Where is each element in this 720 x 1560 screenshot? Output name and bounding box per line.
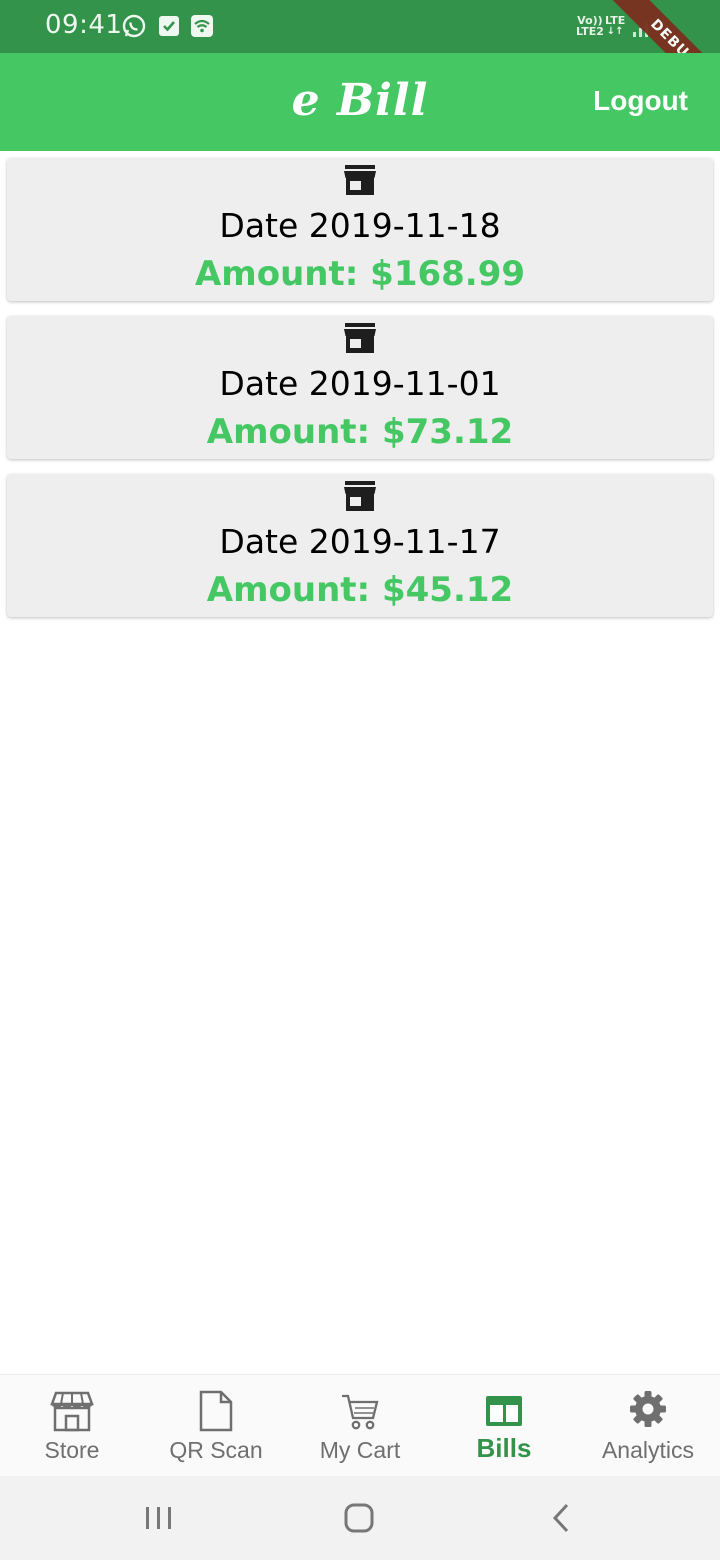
nav-label-qr-scan: QR Scan bbox=[169, 1437, 263, 1463]
home-button[interactable] bbox=[342, 1501, 376, 1535]
checkbox-notification-icon bbox=[159, 16, 179, 36]
nav-item-store[interactable]: Store bbox=[0, 1375, 144, 1477]
bill-amount: Amount: $45.12 bbox=[206, 570, 514, 610]
gear-icon bbox=[630, 1391, 666, 1427]
nav-item-bills[interactable]: Bills bbox=[432, 1375, 576, 1477]
store-icon bbox=[344, 165, 376, 195]
nav-label-my-cart: My Cart bbox=[319, 1437, 401, 1463]
bill-date: Date 2019-11-17 bbox=[219, 522, 501, 561]
lte2-label: LTE2 bbox=[576, 25, 604, 38]
bottom-nav: Store QR Scan My Cart Bills Analytics bbox=[0, 1374, 720, 1476]
nav-label-bills: Bills bbox=[476, 1433, 532, 1463]
nav-item-qr-scan[interactable]: QR Scan bbox=[144, 1375, 288, 1477]
status-bar: 09:41 Vo)) LTE2 LTE ↓↑ DEBUG bbox=[0, 0, 720, 109]
recent-apps-button[interactable] bbox=[143, 1501, 175, 1535]
store-outline-icon bbox=[50, 1391, 94, 1432]
nav-label-analytics: Analytics bbox=[601, 1437, 695, 1463]
nav-item-analytics[interactable]: Analytics bbox=[576, 1375, 720, 1477]
wifi-call-icon bbox=[191, 15, 213, 37]
whatsapp-icon bbox=[122, 14, 146, 38]
document-icon bbox=[199, 1390, 233, 1432]
bill-list: Date 2019-11-18 Amount: $168.99 Date 201… bbox=[7, 158, 713, 632]
system-nav-bar bbox=[0, 1476, 720, 1560]
store-icon bbox=[344, 481, 376, 511]
nav-item-my-cart[interactable]: My Cart bbox=[288, 1375, 432, 1477]
bills-icon bbox=[486, 1396, 522, 1426]
app-bar: e Bill Logout bbox=[0, 53, 720, 151]
store-icon bbox=[344, 323, 376, 353]
bill-date: Date 2019-11-01 bbox=[219, 364, 501, 403]
back-button[interactable] bbox=[548, 1501, 574, 1535]
volte-indicator: Vo)) LTE2 bbox=[576, 15, 604, 37]
logout-button[interactable]: Logout bbox=[593, 85, 688, 117]
cart-icon bbox=[342, 1394, 379, 1430]
bill-card[interactable]: Date 2019-11-01 Amount: $73.12 bbox=[7, 316, 713, 459]
nav-label-store: Store bbox=[44, 1437, 100, 1463]
bill-amount: Amount: $73.12 bbox=[206, 412, 514, 452]
bill-card[interactable]: Date 2019-11-18 Amount: $168.99 bbox=[7, 158, 713, 301]
bill-date: Date 2019-11-18 bbox=[219, 206, 501, 245]
bill-card[interactable]: Date 2019-11-17 Amount: $45.12 bbox=[7, 474, 713, 617]
bill-amount: Amount: $168.99 bbox=[194, 254, 526, 294]
status-time: 09:41 bbox=[45, 10, 123, 40]
